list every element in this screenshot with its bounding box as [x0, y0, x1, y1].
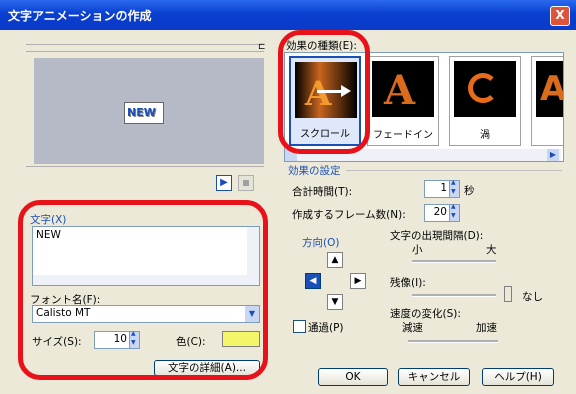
scroll-thumbnail-glyph: A — [305, 74, 332, 114]
dialog-window: 文字アニメーションの作成 X ⊏ NEW ▶ 文字(X) NEW フォント名(F… — [0, 0, 576, 394]
effect-item-fourth[interactable]: A タ — [531, 56, 564, 146]
size-value: 10 — [113, 333, 127, 345]
text-scrollbar[interactable] — [247, 227, 259, 285]
ok-button[interactable]: OK — [318, 368, 388, 386]
title-bar: 文字アニメーションの作成 X — [0, 0, 576, 30]
scroll-left-button[interactable] — [285, 149, 297, 161]
chevron-down-icon[interactable]: ▼ — [245, 306, 259, 322]
play-button[interactable]: ▶ — [216, 175, 232, 191]
effect-item-swirl[interactable]: 渦 — [449, 56, 521, 146]
interval-label: 文字の出現間隔(D): — [390, 230, 484, 242]
afterimage-slider[interactable] — [412, 294, 496, 297]
fadein-thumbnail-glyph: A — [384, 67, 416, 114]
pin-icon[interactable]: ⊏ — [258, 42, 266, 52]
total-time-label: 合計時間(T): — [292, 186, 353, 198]
stop-icon — [243, 180, 249, 186]
size-input[interactable]: 10 — [94, 330, 140, 349]
afterimage-marker — [504, 286, 512, 302]
effect-type-label: 効果の種類(E): — [286, 40, 357, 52]
text-input[interactable]: NEW — [32, 226, 260, 286]
speed-slow-label: 減速 — [402, 322, 423, 334]
pass-checkbox[interactable] — [293, 320, 306, 333]
effect-caption: タ — [532, 126, 563, 141]
preview-divider — [26, 44, 264, 52]
arrow-down-button[interactable]: ▼ — [327, 294, 343, 310]
frames-value: 20 — [433, 206, 447, 218]
swirl-thumbnail — [454, 61, 516, 117]
speed-label: 速度の変化(S): — [390, 308, 461, 320]
font-select[interactable]: Calisto MT ▼ — [32, 305, 260, 323]
fourth-thumbnail: A — [536, 61, 564, 117]
direction-label: 方向(O) — [302, 237, 340, 249]
effect-caption: 渦 — [480, 130, 490, 141]
settings-divider — [346, 170, 562, 171]
text-hscrollbar[interactable] — [33, 275, 247, 285]
total-time-unit: 秒 — [464, 185, 475, 197]
color-label: 色(C): — [176, 336, 206, 348]
afterimage-label: 残像(I): — [390, 277, 426, 289]
speed-fast-label: 加速 — [476, 322, 497, 334]
cancel-button[interactable]: キャンセル — [398, 368, 470, 386]
effect-caption: フェードイン — [373, 130, 433, 141]
frames-label: 作成するフレーム数(N): — [292, 209, 406, 221]
effect-scrollbar[interactable]: ▶ — [285, 149, 561, 161]
preview-area: NEW — [34, 58, 264, 164]
total-time-spinner[interactable] — [449, 179, 459, 197]
preview-text-box[interactable]: NEW — [124, 102, 164, 124]
size-spinner[interactable] — [129, 330, 139, 348]
arrow-right-head — [341, 85, 351, 97]
frames-spinner[interactable] — [449, 203, 459, 221]
color-swatch-button[interactable] — [222, 331, 260, 347]
text-detail-button[interactable]: 文字の詳細(A)... — [154, 360, 260, 376]
arrow-left-button[interactable]: ◀ — [305, 273, 321, 289]
afterimage-none-label: なし — [522, 291, 543, 303]
size-label: サイズ(S): — [32, 336, 82, 348]
frames-input[interactable]: 20 — [424, 203, 460, 222]
pass-label: 通過(P) — [308, 322, 344, 334]
effect-item-scroll[interactable]: A スクロール — [289, 56, 361, 146]
preview-bottom-line — [26, 166, 264, 169]
interval-small-label: 小 — [412, 244, 423, 256]
total-time-input[interactable]: 1 — [424, 179, 460, 198]
font-select-value: Calisto MT — [36, 307, 91, 319]
total-time-value: 1 — [440, 182, 447, 194]
effect-list[interactable]: A スクロール A フェードイン 渦 A タ ▶ — [284, 52, 564, 162]
close-button[interactable]: X — [550, 6, 570, 26]
interval-slider[interactable] — [412, 260, 496, 263]
arrow-right-button[interactable]: ▶ — [350, 273, 366, 289]
fourth-thumbnail-glyph: A — [540, 69, 564, 109]
text-label: 文字(X) — [30, 214, 67, 226]
arrow-up-button[interactable]: ▲ — [327, 252, 343, 268]
scroll-right-button[interactable]: ▶ — [547, 149, 559, 161]
scroll-thumbnail: A — [295, 62, 357, 118]
effect-item-fadein[interactable]: A フェードイン — [367, 56, 439, 146]
swirl-icon — [468, 73, 498, 103]
interval-large-label: 大 — [486, 244, 497, 256]
speed-slider[interactable] — [408, 340, 498, 343]
text-input-value: NEW — [36, 229, 61, 241]
stop-button[interactable] — [238, 175, 254, 191]
help-button[interactable]: ヘルプ(H) — [482, 368, 554, 386]
preview-text: NEW — [127, 106, 156, 119]
settings-label: 効果の設定 — [288, 165, 341, 177]
effect-caption: スクロール — [300, 129, 350, 140]
window-title: 文字アニメーションの作成 — [8, 9, 152, 23]
fadein-thumbnail: A — [372, 61, 434, 117]
